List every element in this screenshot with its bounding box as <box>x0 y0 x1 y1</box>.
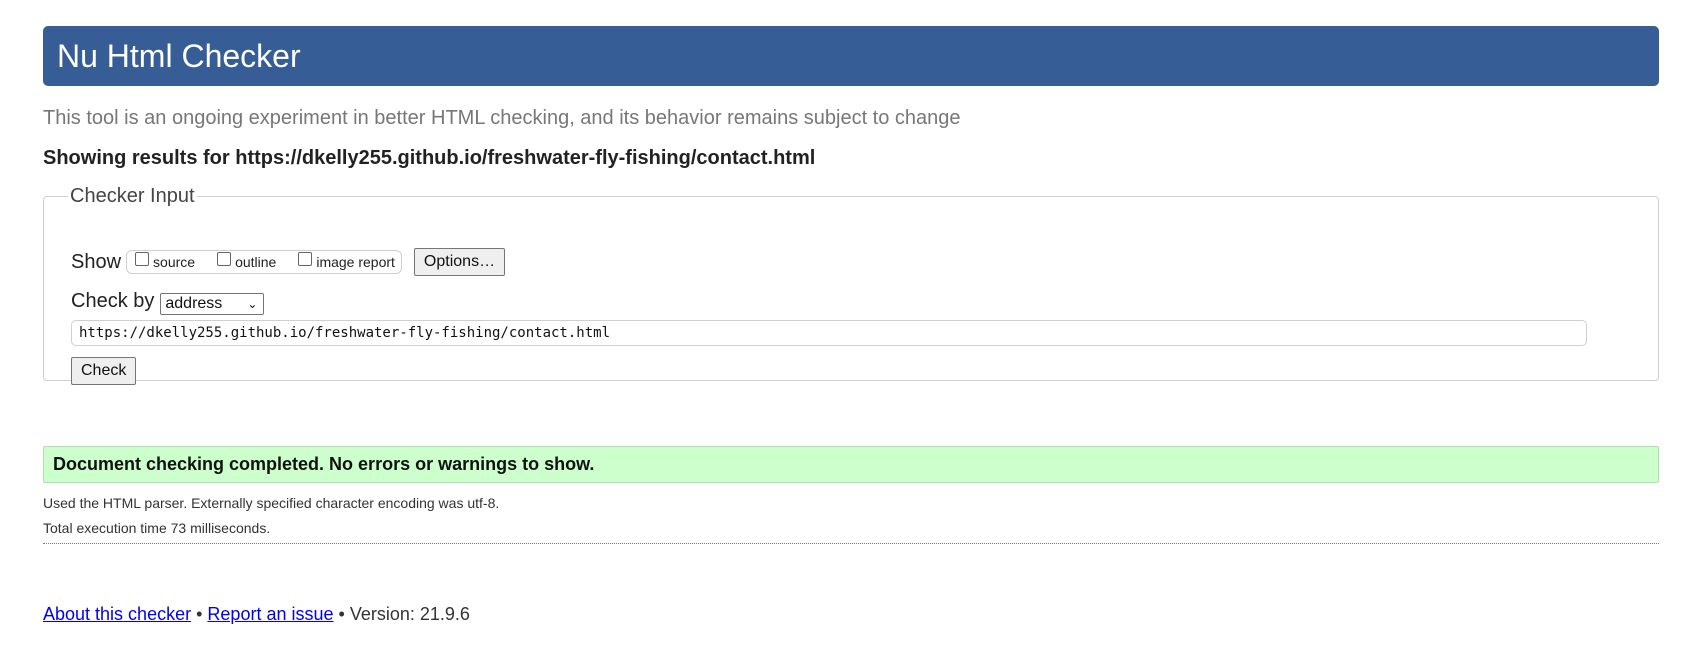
show-image-report-option[interactable]: image report <box>298 252 395 270</box>
footer-separator: • <box>338 604 345 624</box>
page-title: Nu Html Checker <box>57 37 301 74</box>
check-by-row: Check by address ⌄ <box>71 290 265 315</box>
check-by-select[interactable]: address ⌄ <box>160 292 265 315</box>
details-block: Used the HTML parser. Externally specifi… <box>43 491 499 541</box>
results-heading: Showing results for https://dkelly255.gi… <box>43 147 816 169</box>
check-by-label: Check by <box>71 290 155 312</box>
chevron-down-icon: ⌄ <box>247 296 258 311</box>
image-report-label: image report <box>316 254 395 270</box>
checker-input-fieldset: Checker Input Show source outline image … <box>43 185 1659 385</box>
outline-checkbox[interactable] <box>217 252 232 266</box>
report-issue-link[interactable]: Report an issue <box>207 604 333 624</box>
divider <box>43 543 1659 544</box>
check-by-selected-value: address <box>165 294 223 312</box>
image-report-checkbox[interactable] <box>298 252 313 266</box>
show-outline-option[interactable]: outline <box>217 252 277 270</box>
tagline: This tool is an ongoing experiment in be… <box>43 107 961 129</box>
outline-label: outline <box>235 254 277 270</box>
url-input[interactable]: https://dkelly255.github.io/freshwater-f… <box>71 320 1587 346</box>
footer: About this checker • Report an issue • V… <box>43 604 470 625</box>
execution-time: Total execution time 73 milliseconds. <box>43 520 271 536</box>
version-label: Version: 21.9.6 <box>349 604 470 624</box>
about-checker-link[interactable]: About this checker <box>43 604 191 624</box>
status-message: Document checking completed. No errors o… <box>53 454 595 474</box>
show-source-option[interactable]: source <box>135 252 196 270</box>
show-options-group: source outline image report <box>126 250 402 274</box>
check-button[interactable]: Check <box>71 357 137 385</box>
header-bar: Nu Html Checker <box>43 26 1659 86</box>
show-row: Show source outline image report Options… <box>71 248 506 276</box>
options-button[interactable]: Options… <box>413 248 506 276</box>
source-checkbox[interactable] <box>135 252 150 266</box>
source-label: source <box>153 254 196 270</box>
checker-input-legend: Checker Input <box>70 185 195 207</box>
parser-info: Used the HTML parser. Externally specifi… <box>43 495 500 511</box>
nu-html-checker-page: Nu Html Checker This tool is an ongoing … <box>0 0 1683 664</box>
status-success-box: Document checking completed. No errors o… <box>43 446 1659 483</box>
show-label: Show <box>71 250 122 273</box>
footer-separator: • <box>196 604 203 624</box>
